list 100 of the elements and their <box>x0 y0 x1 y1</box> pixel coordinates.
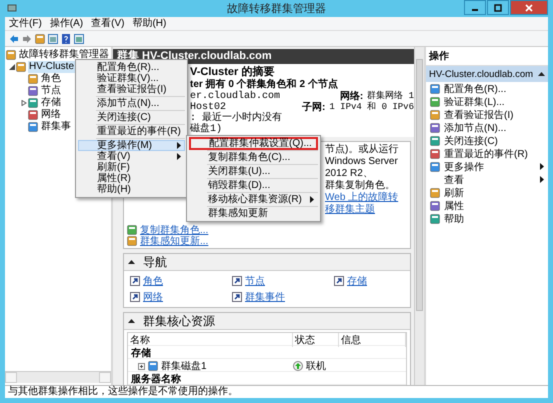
menu-item[interactable]: 查看(V) <box>91 18 124 30</box>
help-icon[interactable] <box>61 34 71 44</box>
menu-item[interactable]: 属性(R) <box>78 173 185 184</box>
tile-icon <box>430 122 440 132</box>
back-icon[interactable] <box>9 34 19 44</box>
fact-label: 网络: <box>340 91 364 102</box>
window-title: 故障转移群集管理器 <box>227 2 326 16</box>
tile-icon <box>430 200 440 210</box>
tree-item[interactable]: 角色 <box>40 73 62 85</box>
action-link[interactable]: 群集感知更新... <box>140 234 208 248</box>
action-item[interactable]: 查看 <box>444 172 464 186</box>
tile-icon <box>430 162 440 172</box>
action-item[interactable]: 属性 <box>444 198 464 212</box>
menu-item[interactable]: 帮助(H) <box>78 184 185 195</box>
help-link[interactable]: Web 上的故障转移群集主题 <box>325 192 407 216</box>
action-item[interactable]: 验证群集(L)... <box>444 94 505 108</box>
tile-icon <box>430 110 440 120</box>
menu-item[interactable]: 添加节点(N)... <box>78 98 185 109</box>
menu-item[interactable]: 群集感知更新 <box>189 208 318 219</box>
menu-item[interactable]: 刷新(F) <box>78 162 185 173</box>
maximize-icon <box>494 4 502 12</box>
collapse-icon[interactable] <box>538 72 545 76</box>
fact-value: 1 IPv4 和 0 IPv6 <box>329 102 414 113</box>
collapse-icon[interactable] <box>9 64 15 70</box>
menu-item[interactable]: 关闭群集(U)... <box>189 166 318 177</box>
tile-icon <box>430 96 440 106</box>
action-link[interactable]: 复制群集角色... <box>140 222 208 236</box>
shortcut-icon <box>130 292 140 302</box>
menu-item[interactable]: 更多操作(M) <box>78 140 185 151</box>
shortcut-icon <box>232 276 242 286</box>
navigation-link[interactable]: 网络 <box>143 290 163 304</box>
description-text: 节点)。或从运行 Windows Server 2012 R2、 <box>325 144 398 179</box>
menu-item[interactable]: 移动核心群集资源(R) <box>189 194 318 205</box>
menu-item[interactable]: 配置角色(R)... <box>78 62 185 73</box>
menu-item[interactable]: 查看(V) <box>78 151 185 162</box>
action-item[interactable]: 查看验证报告(I) <box>444 108 514 122</box>
menu-item[interactable]: 验证群集(V)... <box>78 73 185 84</box>
tile-icon <box>127 236 137 246</box>
app-icon <box>7 3 17 13</box>
tree-item[interactable]: HV-Cluste <box>28 61 76 73</box>
navigation-link[interactable]: 存储 <box>347 274 367 288</box>
shortcut-icon <box>130 276 140 286</box>
tile-icon <box>127 224 137 234</box>
summary-line: Host02 <box>190 102 228 113</box>
minimize-button[interactable] <box>464 0 486 15</box>
column-header[interactable]: 状态 <box>293 333 339 347</box>
status-text: 与其他群集操作相比，这些操作是不常使用的操作。 <box>5 385 548 398</box>
shortcut-icon <box>334 276 344 286</box>
column-header[interactable]: 名称 <box>128 333 293 347</box>
summary-line: : 最近一小时内没有 <box>190 113 282 124</box>
collapse-icon[interactable] <box>128 319 135 323</box>
action-item[interactable]: 刷新 <box>444 186 464 200</box>
summary-title: V-Cluster 的摘要 <box>190 66 276 78</box>
menu-item[interactable]: 查看验证报告(I) <box>78 84 185 95</box>
scrollbar[interactable] <box>414 47 424 385</box>
menu-item[interactable]: 操作(A) <box>50 18 84 30</box>
close-button[interactable] <box>510 0 548 15</box>
tree-item[interactable]: 存储 <box>40 97 62 109</box>
panel-icon[interactable] <box>74 34 84 44</box>
menu-item[interactable]: 复制群集角色(C)... <box>189 152 318 163</box>
collapse-icon[interactable] <box>128 260 135 264</box>
action-item[interactable]: 配置角色(R)... <box>444 82 506 96</box>
group-header: 存储 <box>130 346 152 360</box>
menu-item[interactable]: 帮助(H) <box>132 18 166 30</box>
action-item[interactable]: 更多操作 <box>444 160 484 174</box>
menu-item[interactable]: 销毁群集(D)... <box>189 180 318 191</box>
action-item[interactable]: 帮助 <box>444 212 464 226</box>
group-title: HV-Cluster.cloudlab.com <box>429 68 534 80</box>
tree-item[interactable]: 网络 <box>40 109 62 121</box>
scrollbar[interactable] <box>5 371 111 383</box>
column-header[interactable]: 信息 <box>339 333 406 347</box>
expand-icon[interactable] <box>21 100 27 106</box>
group-header: 服务器名称 <box>130 372 182 385</box>
close-icon <box>525 4 533 12</box>
menu-item[interactable]: 关闭连接(C) <box>78 112 185 123</box>
shortcut-icon <box>232 292 242 302</box>
tree-item[interactable]: 故障转移群集管理器 <box>18 49 110 61</box>
summary-line: 磁盘1) <box>190 124 224 135</box>
table-cell-text: 联机 <box>306 360 326 373</box>
action-item[interactable]: 添加节点(N)... <box>444 120 506 134</box>
menu-item[interactable]: 文件(F) <box>9 18 42 30</box>
fact-label: 子网: <box>302 102 326 113</box>
summary-subtitle: ter 拥有 0 个群集角色和 2 个节点 <box>190 79 339 90</box>
action-item[interactable]: 重置最近的事件(R) <box>444 146 528 160</box>
expand-icon[interactable] <box>138 362 145 370</box>
menu-item[interactable]: 重置最近的事件(R) <box>78 126 185 137</box>
tile-icon <box>430 136 440 146</box>
summary-line: er.cloudlab.com <box>190 91 282 102</box>
navigation-link[interactable]: 角色 <box>143 274 163 288</box>
navigation-link[interactable]: 群集事件 <box>245 290 285 304</box>
tree-item[interactable]: 节点 <box>40 85 62 97</box>
maximize-button[interactable] <box>487 0 509 15</box>
description-text: 群集复制角色。 <box>325 180 395 191</box>
tree-item[interactable]: 群集事 <box>40 121 72 133</box>
forward-icon[interactable] <box>22 34 32 44</box>
action-item[interactable]: 关闭连接(C) <box>444 134 498 148</box>
tile-icon <box>430 188 440 198</box>
navigation-link[interactable]: 节点 <box>245 274 265 288</box>
panel-icon[interactable] <box>48 34 58 44</box>
section-title: 群集核心资源 <box>143 312 215 330</box>
